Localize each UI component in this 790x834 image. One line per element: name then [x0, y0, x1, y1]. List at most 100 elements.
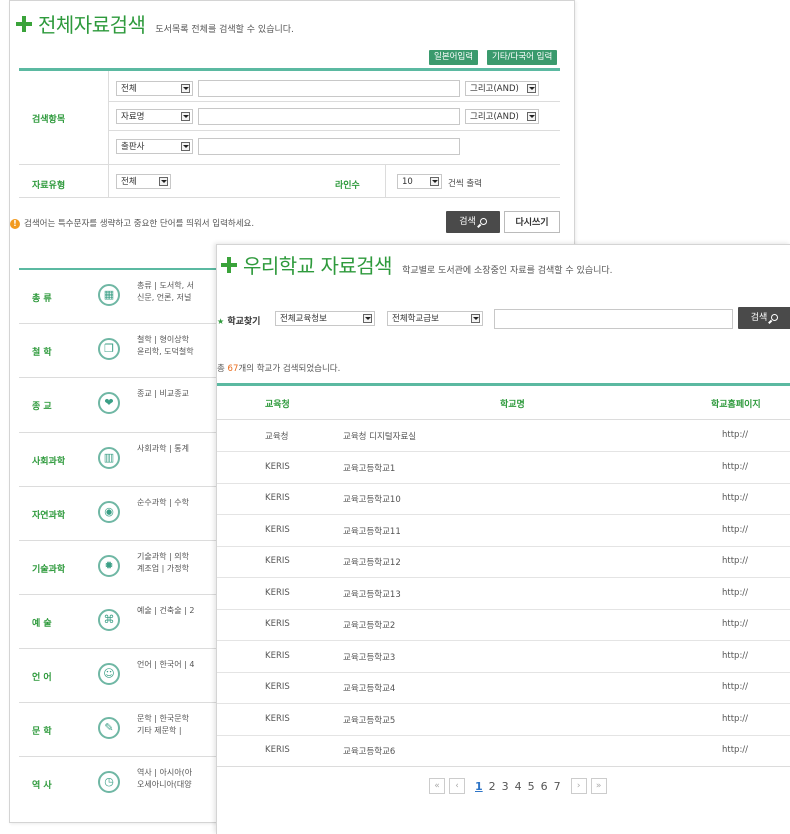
- category-label: 기술과학: [32, 565, 66, 575]
- category-item[interactable]: 총 류 ▦ 총류 | 도서학, 서 신문, 언론, 저널: [10, 269, 220, 323]
- search-button[interactable]: 검색: [446, 211, 500, 233]
- row-homepage-link[interactable]: http://: [722, 682, 748, 692]
- operator-select-2[interactable]: 그리고(AND): [465, 109, 539, 124]
- row-school-name[interactable]: 교육고등학교5: [343, 714, 395, 726]
- table-row[interactable]: KERIS 교육고등학교2 http://: [217, 609, 790, 641]
- school-level-select[interactable]: 전체학교급보: [387, 311, 483, 326]
- page-number-4[interactable]: 4: [513, 780, 524, 793]
- row-school-name[interactable]: 교육고등학교4: [343, 682, 395, 694]
- prev-page-button[interactable]: ‹: [449, 778, 465, 794]
- category-subjects-line2: 신문, 언론, 저널: [137, 293, 192, 302]
- table-row[interactable]: KERIS 교육고등학교13 http://: [217, 578, 790, 610]
- category-item[interactable]: 역 사 ◷ 역사 | 아시아(아 오세아니아(대양: [10, 756, 220, 810]
- category-label: 자연과학: [32, 511, 66, 521]
- row-office: KERIS: [265, 619, 290, 629]
- chevron-down-icon: [181, 112, 190, 121]
- search-icon: [479, 218, 487, 225]
- category-subjects-line1: 문학 | 한국문학: [137, 714, 189, 723]
- school-search-button[interactable]: 검색: [738, 307, 790, 329]
- field-select-3[interactable]: 출판사: [116, 139, 193, 154]
- row-homepage-link[interactable]: http://: [722, 430, 748, 440]
- row-school-name[interactable]: 교육고등학교10: [343, 493, 401, 505]
- material-type-select[interactable]: 전체: [116, 174, 171, 189]
- globe-icon: ◉: [98, 501, 120, 523]
- table-row[interactable]: 교육청 교육청 디지털자료실 http://: [217, 420, 790, 452]
- page-number-6[interactable]: 6: [539, 780, 550, 793]
- category-subjects: 종교 | 비교종교: [137, 388, 189, 400]
- category-subjects: 총류 | 도서학, 서신문, 언론, 저널: [137, 280, 194, 304]
- row-school-name[interactable]: 교육고등학교11: [343, 525, 401, 537]
- table-bottom-rule: [217, 766, 790, 767]
- table-row[interactable]: KERIS 교육고등학교4 http://: [217, 672, 790, 704]
- category-subjects-line1: 총류 | 도서학, 서: [137, 281, 195, 290]
- first-page-button[interactable]: «: [429, 778, 445, 794]
- reset-button[interactable]: 다시쓰기: [504, 211, 560, 233]
- field-select-1[interactable]: 전체: [116, 81, 193, 96]
- row-homepage-link[interactable]: http://: [722, 525, 748, 535]
- row-homepage-link[interactable]: http://: [722, 493, 748, 503]
- row-school-name[interactable]: 교육고등학교6: [343, 745, 395, 757]
- table-row[interactable]: KERIS 교육고등학교5 http://: [217, 704, 790, 736]
- row-office: KERIS: [265, 745, 290, 755]
- school-search-description: 학교별로 도서관에 소장중인 자료를 검색할 수 있습니다.: [402, 266, 613, 276]
- category-item[interactable]: 예 술 ⌘ 예술 | 건축술 | 2: [10, 594, 220, 648]
- other-language-input-button[interactable]: 기타/다국어 입력: [487, 50, 558, 65]
- category-item[interactable]: 언 어 ☺ 언어 | 한국어 | 4: [10, 648, 220, 702]
- row-homepage-link[interactable]: http://: [722, 745, 748, 755]
- category-item[interactable]: 자연과학 ◉ 순수과학 | 수학: [10, 486, 220, 540]
- row-school-name[interactable]: 교육고등학교1: [343, 462, 395, 474]
- result-summary: 총 67개의 학교가 검색되었습니다.: [217, 362, 340, 374]
- field-select-2[interactable]: 자료명: [116, 109, 193, 124]
- table-row[interactable]: KERIS 교육고등학교11 http://: [217, 515, 790, 547]
- row-school-name[interactable]: 교육청 디지털자료실: [343, 430, 416, 442]
- result-prefix: 총: [217, 364, 228, 374]
- category-item[interactable]: 철 학 ❐ 철학 | 형이상학 윤리학, 도덕철학: [10, 323, 220, 377]
- category-subjects: 순수과학 | 수학: [137, 497, 189, 509]
- category-label: 언 어: [32, 673, 52, 683]
- table-row[interactable]: KERIS 교육고등학교10 http://: [217, 483, 790, 515]
- field-select-1-value: 전체: [121, 84, 137, 94]
- page-number-1[interactable]: 1: [473, 780, 485, 793]
- table-row[interactable]: KERIS 교육고등학교12 http://: [217, 546, 790, 578]
- row-school-name[interactable]: 교육고등학교3: [343, 651, 395, 663]
- row-homepage-link[interactable]: http://: [722, 651, 748, 661]
- chevron-down-icon: [181, 84, 190, 93]
- operator-select-1[interactable]: 그리고(AND): [465, 81, 539, 96]
- page-number-7[interactable]: 7: [552, 780, 563, 793]
- row-homepage-link[interactable]: http://: [722, 588, 748, 598]
- table-row[interactable]: KERIS 교육고등학교1 http://: [217, 452, 790, 484]
- category-item[interactable]: 사회과학 ▥ 사회과학 | 통계: [10, 432, 220, 486]
- page-number-3[interactable]: 3: [500, 780, 511, 793]
- full-search-title: 전체자료검색: [38, 13, 146, 37]
- next-page-button[interactable]: ›: [570, 778, 587, 794]
- pagination: « ‹ 1234567 › »: [429, 778, 607, 794]
- table-row[interactable]: KERIS 교육고등학교6 http://: [217, 735, 790, 767]
- row-homepage-link[interactable]: http://: [722, 556, 748, 566]
- keyword-input-2[interactable]: [198, 108, 460, 125]
- school-name-input[interactable]: [494, 309, 733, 329]
- last-page-button[interactable]: »: [590, 778, 607, 794]
- row-office: KERIS: [265, 493, 290, 503]
- page-number-2[interactable]: 2: [487, 780, 498, 793]
- gear-icon: ✹: [98, 555, 120, 577]
- keyword-input-1[interactable]: [198, 80, 460, 97]
- table-row[interactable]: KERIS 교육고등학교3 http://: [217, 641, 790, 673]
- category-label: 총 류: [32, 294, 52, 304]
- category-item[interactable]: 문 학 ✎ 문학 | 한국문학 기타 제문학 |: [10, 702, 220, 756]
- row-school-name[interactable]: 교육고등학교2: [343, 619, 395, 631]
- row-homepage-link[interactable]: http://: [722, 462, 748, 472]
- education-office-select[interactable]: 전체교육청보: [275, 311, 375, 326]
- line-count-select[interactable]: 10: [397, 174, 442, 189]
- category-item[interactable]: 종 교 ❤ 종교 | 비교종교: [10, 377, 220, 431]
- row-homepage-link[interactable]: http://: [722, 619, 748, 629]
- row-school-name[interactable]: 교육고등학교12: [343, 556, 401, 568]
- keyword-input-3[interactable]: [198, 138, 460, 155]
- row-school-name[interactable]: 교육고등학교13: [343, 588, 401, 600]
- school-search-title: 우리학교 자료검색: [243, 254, 393, 278]
- japanese-input-button[interactable]: 일본어입력: [429, 50, 479, 65]
- category-item[interactable]: 기술과학 ✹ 기술과학 | 의학 계조업 | 가정학: [10, 540, 220, 594]
- row-homepage-link[interactable]: http://: [722, 714, 748, 724]
- page-number-5[interactable]: 5: [526, 780, 537, 793]
- page-numbers: 1234567: [473, 780, 563, 793]
- category-label: 철 학: [32, 348, 52, 358]
